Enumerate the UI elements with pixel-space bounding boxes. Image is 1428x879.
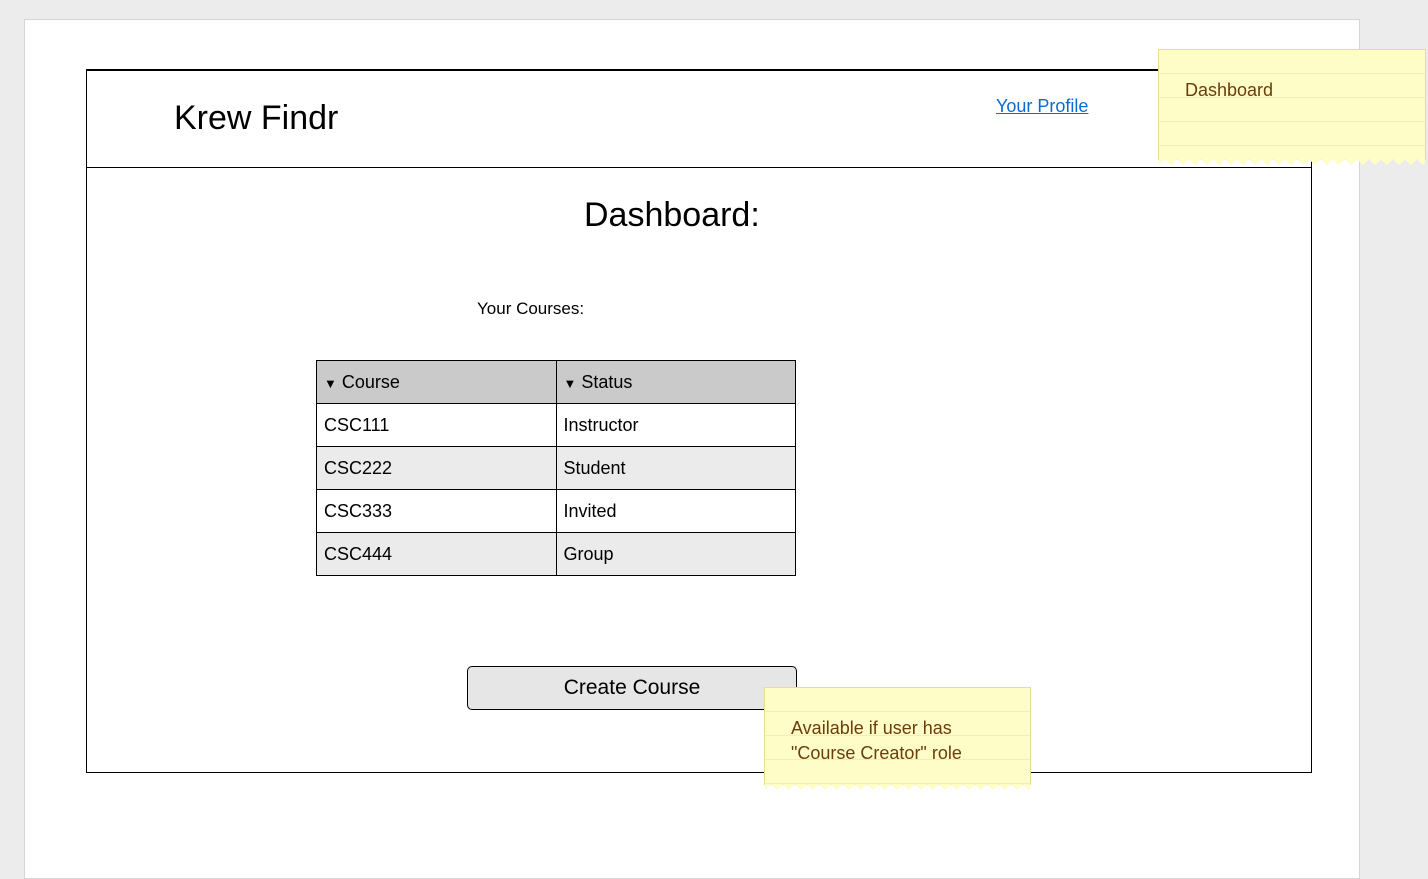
column-header-label: Course [341,371,400,392]
status-cell: Student [555,446,796,490]
status-cell: Group [555,532,796,576]
app-title: Krew Findr [174,99,339,137]
table-row[interactable]: CSC111 Instructor [316,403,796,447]
course-cell: CSC444 [316,532,557,576]
column-header-status[interactable]: ▼ Status [555,360,796,404]
column-header-course[interactable]: ▼ Course [316,360,557,404]
sticky-note-text: Dashboard [1185,80,1274,100]
your-profile-link[interactable]: Your Profile [996,95,1088,117]
column-header-label: Status [581,371,633,392]
table-row[interactable]: CSC222 Student [316,446,796,490]
sticky-note-course-creator: Available if user has "Course Creator" r… [764,687,1031,791]
table-header-row: ▼ Course ▼ Status [316,360,796,404]
table-row[interactable]: CSC444 Group [316,532,796,576]
course-cell: CSC333 [316,489,557,533]
table-row[interactable]: CSC333 Invited [316,489,796,533]
page-title: Dashboard: [584,196,760,234]
create-course-button[interactable]: Create Course [467,666,797,710]
your-courses-label: Your Courses: [477,299,585,318]
sticky-note-dashboard: Dashboard [1158,49,1426,166]
sort-down-icon: ▼ [563,375,577,391]
sort-down-icon: ▼ [324,375,337,391]
course-cell: CSC111 [316,403,557,447]
status-cell: Instructor [555,403,796,447]
course-cell: CSC222 [316,446,557,490]
courses-table: ▼ Course ▼ Status CSC111 Instructor CSC222… [316,360,796,576]
sticky-note-text: Available if user has "Course Creator" r… [791,718,962,763]
status-cell: Invited [555,489,796,533]
